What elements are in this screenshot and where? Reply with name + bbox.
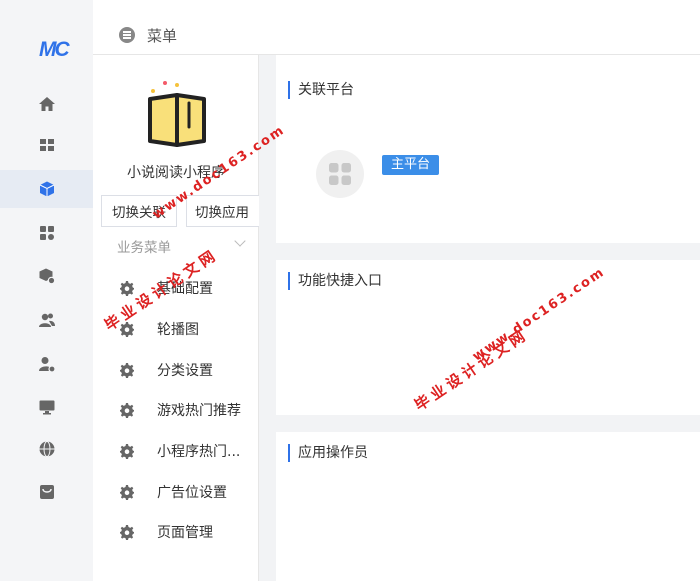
panel-title: 关联平台 [288,81,354,99]
nav-item-game-hot[interactable]: 游戏热门推荐 [93,393,259,427]
home-icon[interactable] [0,85,93,123]
gear-icon [120,525,134,540]
panel-title: 应用操作员 [288,444,368,462]
store-icon[interactable] [0,473,93,511]
nav-item-label: 游戏热门推荐 [157,403,241,419]
box-settings-icon[interactable] [0,257,93,295]
platform-avatar[interactable] [316,150,364,198]
switch-app-button[interactable]: 切换应用 [186,195,259,227]
nav-item-label: 页面管理 [157,525,213,541]
nav-item-ad-settings[interactable]: 广告位设置 [93,475,259,509]
apps-icon[interactable] [0,214,93,252]
switch-link-button[interactable]: 切换关联 [101,195,177,227]
nav-item-carousel[interactable]: 轮播图 [93,312,259,346]
nav-item-label: 广告位设置 [157,485,227,501]
menu-list-icon [119,27,135,43]
top-header: 菜单 [93,0,700,55]
nav-item-label: 小程序热门... [157,444,241,460]
cube-icon[interactable] [0,170,93,208]
users-icon[interactable] [0,301,93,339]
gear-icon [120,403,134,418]
operators-panel: 应用操作员 [276,432,700,581]
icon-rail: MC [0,0,93,581]
nav-item-category-settings[interactable]: 分类设置 [93,353,259,387]
nav-item-page-management[interactable]: 页面管理 [93,515,259,549]
main-platform-badge: 主平台 [382,155,440,175]
gear-icon [120,485,134,500]
nav-item-label: 基础配置 [157,281,213,297]
dashboard-icon[interactable] [0,126,93,164]
gear-icon [120,363,134,378]
chevron-down-icon[interactable] [234,235,246,247]
panel-title: 功能快捷入口 [288,272,382,290]
gear-icon [120,444,134,459]
book-logo-icon [145,79,209,149]
nav-item-miniprogram-hot[interactable]: 小程序热门... [93,434,259,468]
nav-item-label: 分类设置 [157,363,213,379]
gear-icon [120,322,134,337]
section-title: 业务菜单 [117,240,171,256]
nav-item-label: 轮播图 [157,322,199,338]
app-sidebar: 小说阅读小程序 切换关联 切换应用 业务菜单 基础配置 轮播图 分类设置 游戏热… [93,55,259,581]
shortcuts-panel: 功能快捷入口 [276,260,700,415]
nav-item-basic-config[interactable]: 基础配置 [93,271,259,305]
page-title: 菜单 [147,27,178,45]
globe-icon[interactable] [0,430,93,468]
linked-platform-panel: 关联平台 主平台 [276,55,700,243]
apps-icon [329,163,351,185]
monitor-icon[interactable] [0,388,93,426]
gear-icon [120,281,134,296]
brand-logo[interactable]: MC [39,38,70,62]
user-settings-icon[interactable] [0,345,93,383]
app-name: 小说阅读小程序 [127,165,225,181]
